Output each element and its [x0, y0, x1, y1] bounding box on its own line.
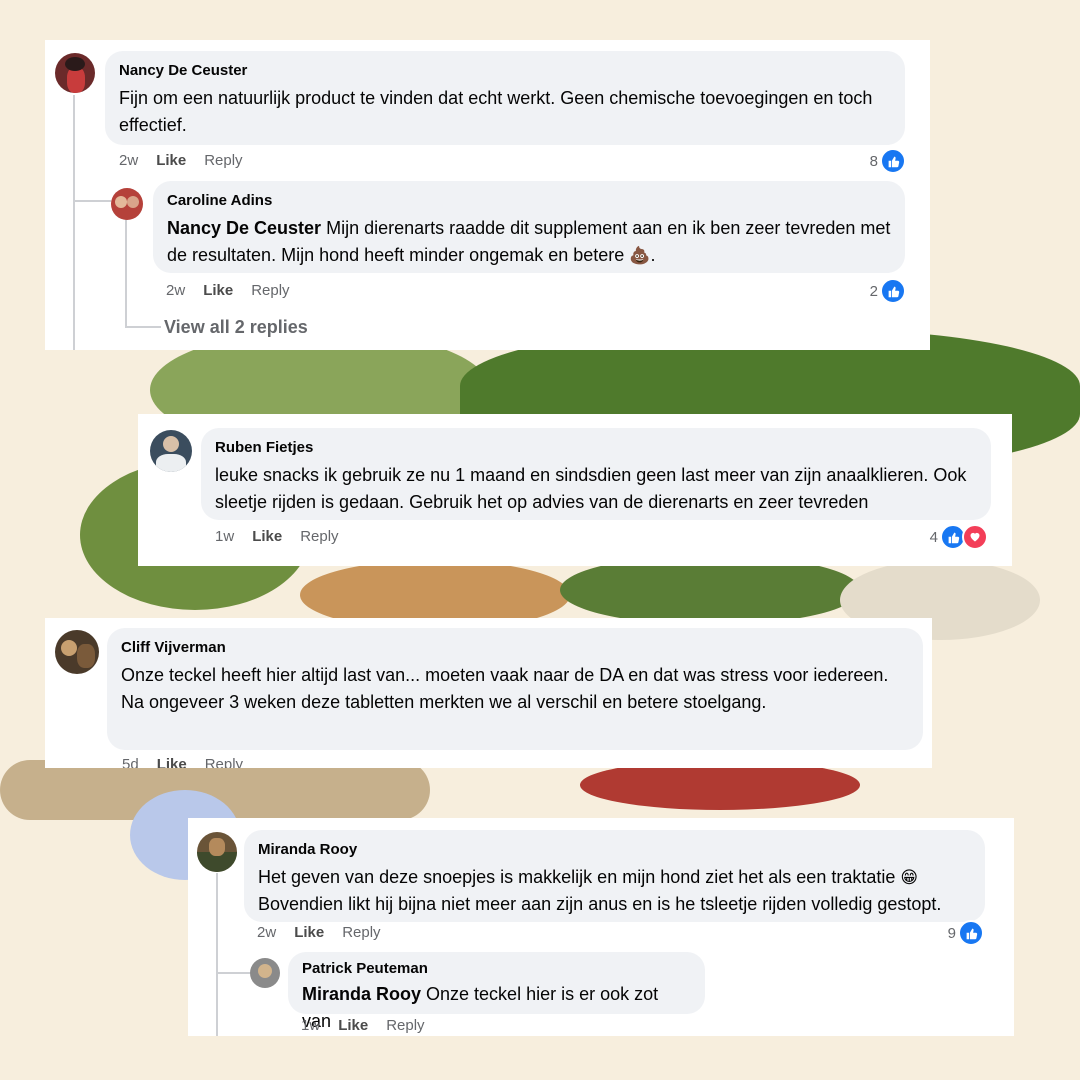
reaction-number: 2: [869, 282, 878, 300]
comment-actions: 5d Like Reply: [122, 756, 243, 768]
comment-card-cliff: Cliff Vijverman Onze teckel heeft hier a…: [45, 618, 932, 768]
comment-text: Het geven van deze snoepjes is makkelijk…: [258, 867, 941, 914]
view-replies-link[interactable]: View all 2 replies: [164, 317, 308, 338]
comment-time[interactable]: 2w: [119, 152, 138, 169]
view-replies-connector: [127, 326, 161, 328]
reply-bubble: Patrick Peuteman Miranda Rooy Onze tecke…: [288, 952, 705, 1031]
like-button[interactable]: Like: [157, 756, 187, 768]
comment-text: Nancy De Ceuster Mijn dierenarts raadde …: [167, 218, 890, 265]
comment-author[interactable]: Nancy De Ceuster: [119, 62, 891, 79]
like-icon: [880, 278, 906, 304]
poop-emoji: 💩: [629, 246, 651, 265]
comment-card-ruben: Ruben Fietjes leuke snacks ik gebruik ze…: [138, 414, 1012, 566]
comment-time[interactable]: 1w: [215, 528, 234, 545]
comment-text-end: .: [650, 245, 656, 265]
avatar[interactable]: [55, 53, 95, 93]
reply-button[interactable]: Reply: [300, 528, 338, 545]
reply-bubble: Caroline Adins Nancy De Ceuster Mijn die…: [153, 181, 905, 273]
comment-card-nancy: Nancy De Ceuster Fijn om een natuurlijk …: [45, 40, 930, 350]
comment-author[interactable]: Patrick Peuteman: [302, 960, 691, 977]
reaction-count[interactable]: 2: [870, 278, 906, 304]
reply-button[interactable]: Reply: [386, 1017, 424, 1034]
mention-link[interactable]: Nancy De Ceuster: [167, 218, 321, 238]
avatar[interactable]: [150, 430, 192, 472]
comment-time[interactable]: 5d: [122, 756, 139, 768]
comment-actions: 1w Like Reply: [301, 1017, 425, 1034]
comment-author[interactable]: Miranda Rooy: [258, 841, 971, 858]
like-button[interactable]: Like: [294, 924, 324, 941]
avatar[interactable]: [250, 958, 280, 988]
reply-connector: [216, 972, 250, 974]
like-icon: [880, 148, 906, 174]
comment-bubble: Nancy De Ceuster Fijn om een natuurlijk …: [105, 51, 905, 145]
avatar[interactable]: [197, 832, 237, 872]
reaction-count[interactable]: 4: [930, 524, 988, 550]
comment-time[interactable]: 2w: [166, 282, 185, 299]
like-button[interactable]: Like: [156, 152, 186, 169]
comment-bubble: Cliff Vijverman Onze teckel heeft hier a…: [107, 628, 923, 750]
comment-actions: 1w Like Reply: [215, 528, 339, 545]
like-button[interactable]: Like: [338, 1017, 368, 1034]
reaction-count[interactable]: 8: [870, 148, 906, 174]
heart-icon: [962, 524, 988, 550]
comment-actions: 2w Like Reply: [257, 924, 381, 941]
comment-author[interactable]: Ruben Fietjes: [215, 439, 977, 456]
reaction-count[interactable]: 9: [948, 920, 984, 946]
reply-button[interactable]: Reply: [342, 924, 380, 941]
reaction-number: 8: [869, 152, 878, 170]
comment-text-body: Het geven van deze snoepjes is makkelijk…: [258, 867, 901, 887]
comment-time[interactable]: 1w: [301, 1017, 320, 1034]
comment-text-line2: Bovendien likt hij bijna niet meer aan z…: [258, 894, 942, 914]
comment-text: leuke snacks ik gebruik ze nu 1 maand en…: [215, 465, 967, 512]
comment-author[interactable]: Caroline Adins: [167, 192, 891, 209]
thread-line: [73, 95, 75, 350]
reply-button[interactable]: Reply: [204, 152, 242, 169]
like-button[interactable]: Like: [203, 282, 233, 299]
mention-link[interactable]: Miranda Rooy: [302, 984, 421, 1004]
comment-card-miranda: Miranda Rooy Het geven van deze snoepjes…: [188, 818, 1014, 1036]
like-icon: [958, 920, 984, 946]
reply-button[interactable]: Reply: [251, 282, 289, 299]
comment-bubble: Miranda Rooy Het geven van deze snoepjes…: [244, 830, 985, 922]
avatar[interactable]: [55, 630, 99, 674]
like-button[interactable]: Like: [252, 528, 282, 545]
comment-time[interactable]: 2w: [257, 924, 276, 941]
reaction-number: 9: [947, 924, 956, 942]
comment-text: Fijn om een natuurlijk product te vinden…: [119, 88, 873, 135]
comment-text: Onze teckel heeft hier altijd last van..…: [121, 665, 889, 712]
grin-emoji: 😁: [900, 868, 919, 887]
comment-bubble: Ruben Fietjes leuke snacks ik gebruik ze…: [201, 428, 991, 520]
reply-button[interactable]: Reply: [205, 756, 243, 768]
reply-connector: [73, 200, 111, 202]
reaction-number: 4: [929, 528, 938, 546]
thread-line: [216, 873, 218, 1036]
comment-actions: 2w Like Reply: [119, 152, 243, 169]
avatar[interactable]: [111, 188, 143, 220]
comment-actions: 2w Like Reply: [166, 282, 290, 299]
comment-author[interactable]: Cliff Vijverman: [121, 639, 909, 656]
